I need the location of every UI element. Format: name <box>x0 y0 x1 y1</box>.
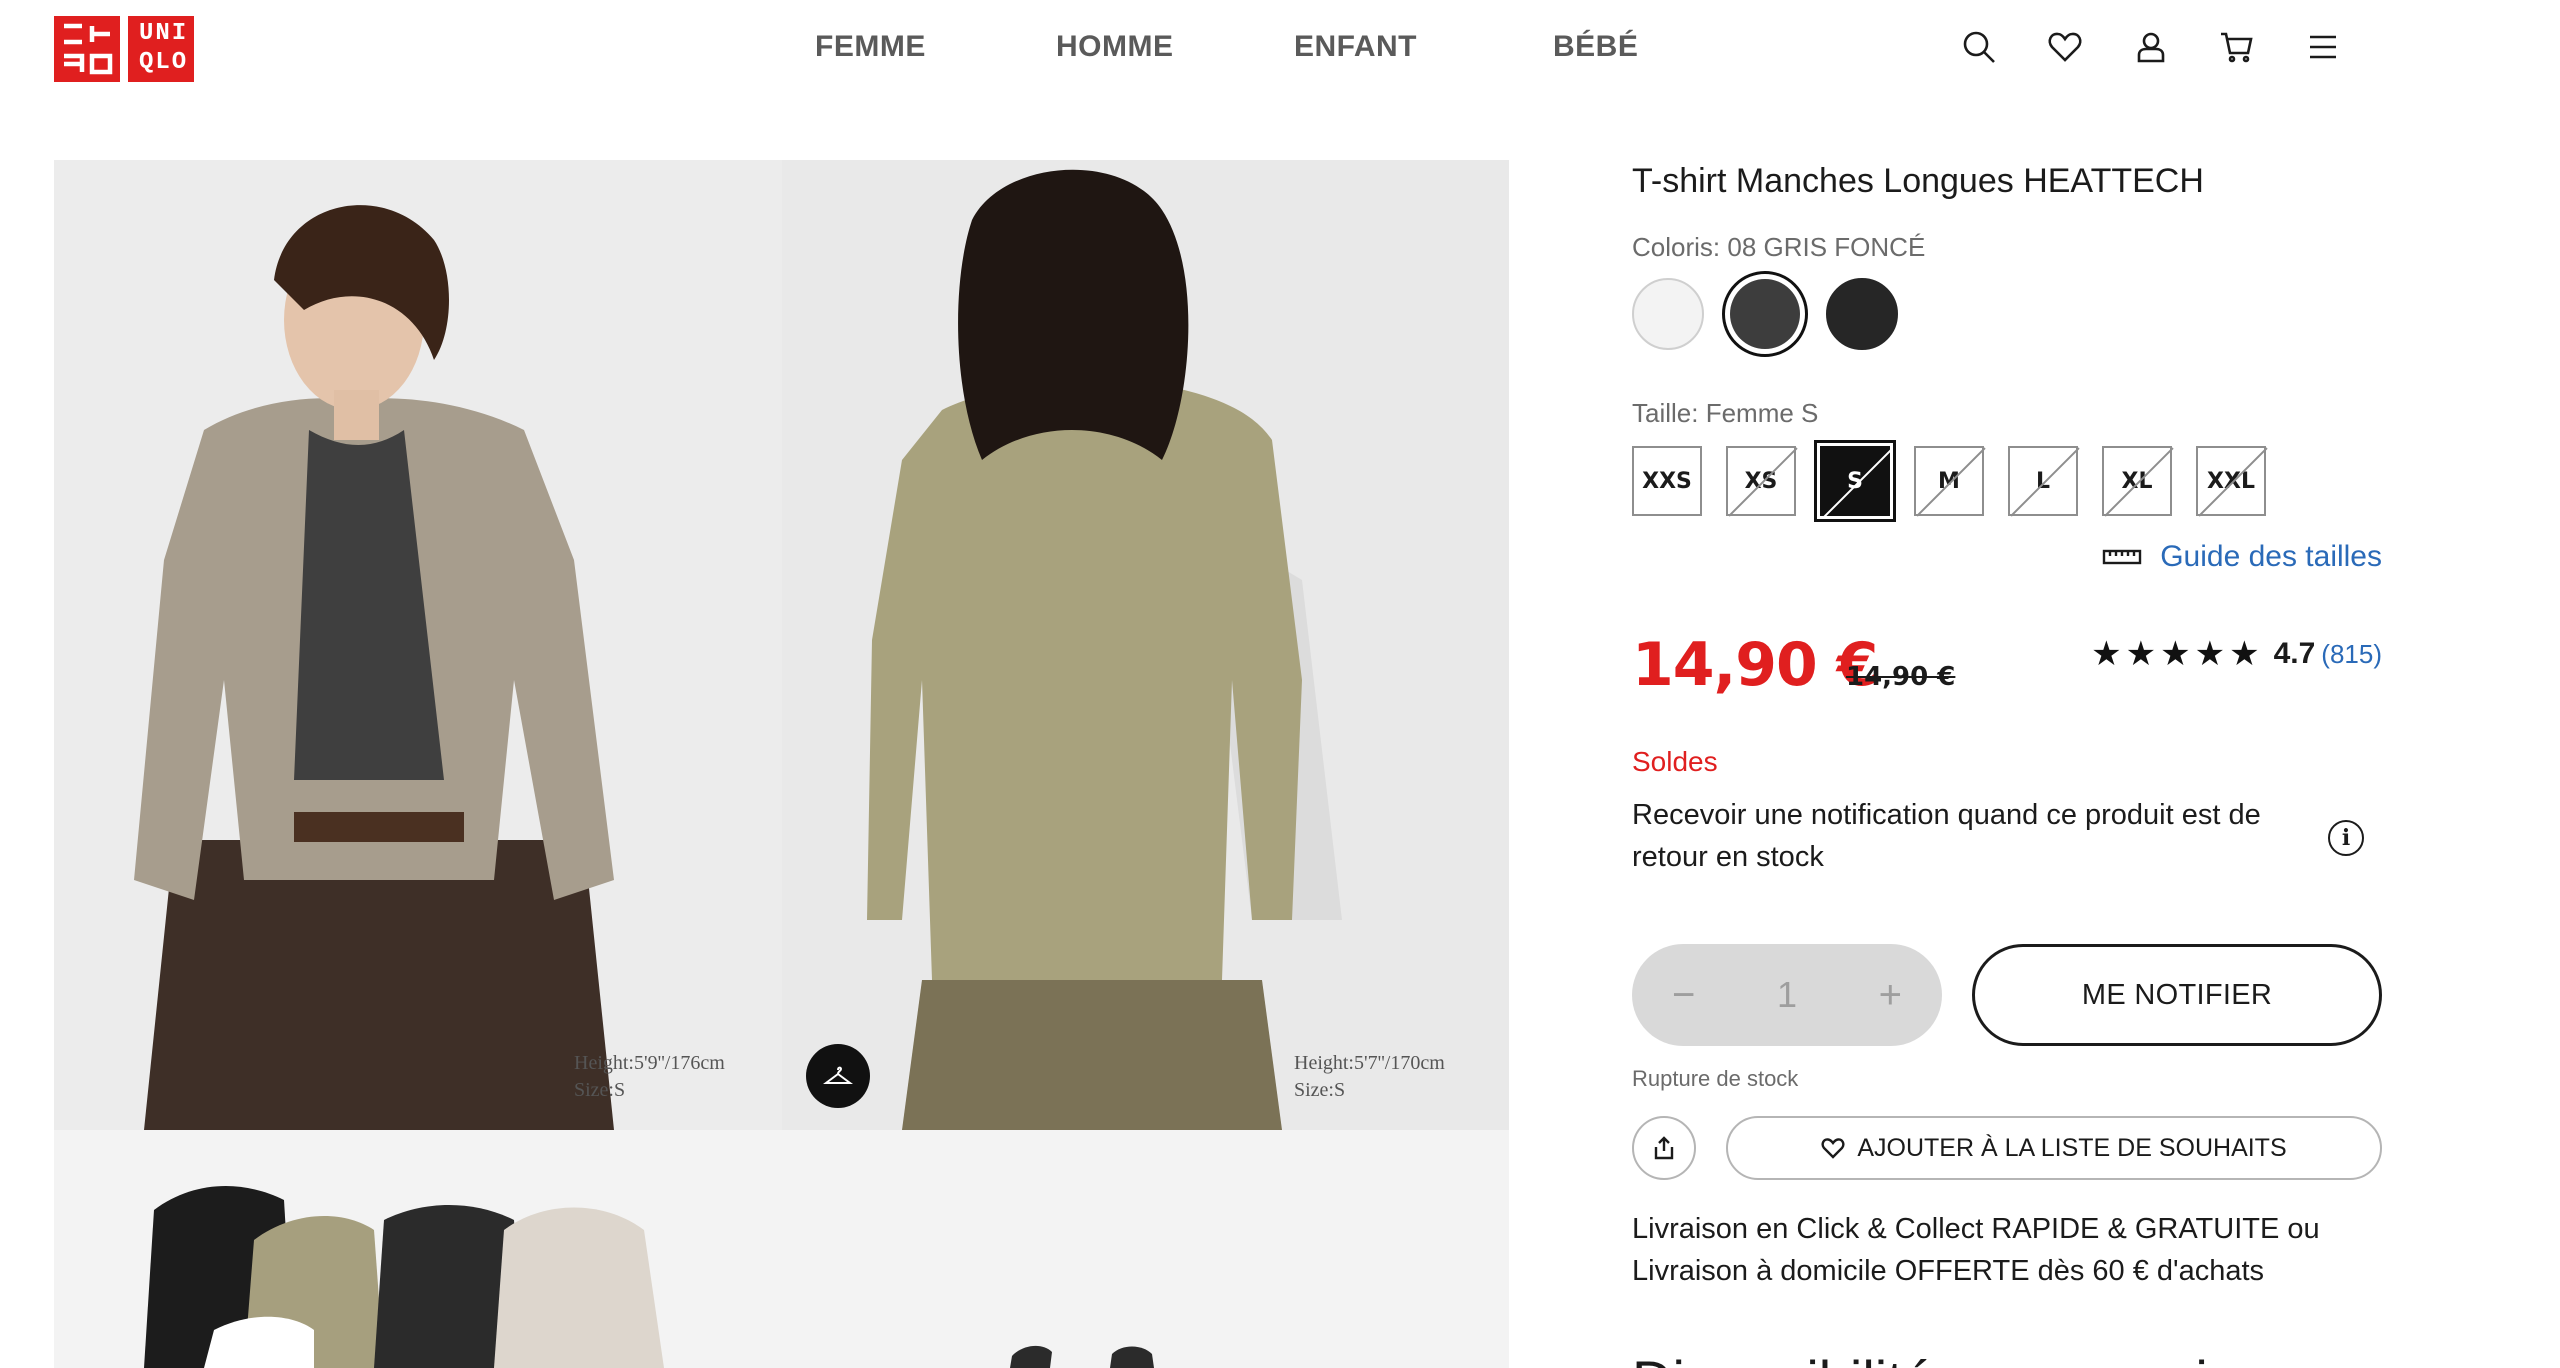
product-gallery: Height:5'9''/176cm Size:S Height:5'7''/1… <box>54 160 1509 1368</box>
size-guide-link[interactable]: Guide des tailles <box>2102 540 2382 574</box>
delivery-info: Livraison en Click & Collect RAPIDE & GR… <box>1632 1213 2320 1287</box>
ruler-icon <box>2103 549 2142 565</box>
quantity-increase-button[interactable]: + <box>1879 973 1902 1018</box>
sale-label: Soldes <box>1632 746 1718 777</box>
wishlist-label: AJOUTER À LA LISTE DE SOUHAITS <box>1857 1133 2287 1162</box>
product-photo-back[interactable]: Height:5'7''/170cm Size:S <box>782 160 1509 1130</box>
model-height-caption: Height:5'7''/170cm <box>1294 1052 1445 1074</box>
hanger-icon[interactable] <box>806 1044 870 1108</box>
size-xl[interactable]: XL <box>2102 446 2172 516</box>
user-icon[interactable] <box>2132 28 2170 66</box>
price-row: 14,90 € 14,90 € ★★★★★ 4.7 (815) <box>1632 630 2382 710</box>
quantity-stepper: − 1 + <box>1632 944 1942 1046</box>
rating-value: 4.7 <box>2273 637 2316 670</box>
product-photo-detail[interactable] <box>782 1130 1509 1368</box>
product-photo-front[interactable]: Height:5'9''/176cm Size:S <box>54 160 782 1130</box>
nav-enfant[interactable]: ENFANT <box>1294 30 1417 64</box>
notify-me-button[interactable]: ME NOTIFIER <box>1972 944 2382 1046</box>
rating-count[interactable]: (815) <box>2321 639 2382 670</box>
search-icon[interactable] <box>1960 28 1998 66</box>
size-guide-label: Guide des tailles <box>2160 540 2382 573</box>
quantity-decrease-button[interactable]: − <box>1672 973 1695 1018</box>
nav-bebe[interactable]: BÉBÉ <box>1553 30 1638 64</box>
add-to-wishlist-button[interactable]: AJOUTER À LA LISTE DE SOUHAITS <box>1726 1116 2382 1180</box>
color-swatches <box>1632 271 1898 357</box>
header-icons <box>1960 28 2342 66</box>
model-height-caption: Height:5'9''/176cm <box>574 1052 725 1074</box>
size-xs[interactable]: XS <box>1726 446 1796 516</box>
size-m[interactable]: M <box>1914 446 1984 516</box>
size-xxl[interactable]: XXL <box>2196 446 2266 516</box>
quantity-value: 1 <box>1776 974 1798 1015</box>
share-button[interactable] <box>1632 1116 1696 1180</box>
nav-homme[interactable]: HOMME <box>1056 30 1174 64</box>
out-of-stock-label: Rupture de stock <box>1632 1066 1799 1091</box>
size-options: XXS XS S M L XL XXL <box>1632 440 2266 522</box>
heart-icon <box>1821 1138 1845 1159</box>
size-l[interactable]: L <box>2008 446 2078 516</box>
site-header: UNI QLO FEMME HOMME ENFANT BÉBÉ <box>0 0 2560 100</box>
cart-icon[interactable] <box>2218 28 2256 66</box>
menu-icon[interactable] <box>2304 28 2342 66</box>
model-size-caption: Size:S <box>574 1079 626 1101</box>
product-photo-flatlay[interactable] <box>54 1130 782 1368</box>
nav-femme[interactable]: FEMME <box>815 30 926 64</box>
restock-notification-text: Recevoir une notification quand ce produ… <box>1632 799 2261 873</box>
color-label: Coloris: 08 GRIS FONCÉ <box>1632 232 1926 262</box>
current-price: 14,90 € <box>1632 630 1878 700</box>
heart-icon[interactable] <box>2046 28 2084 66</box>
old-price: 14,90 € <box>1846 662 1956 692</box>
size-s[interactable]: S <box>1814 440 1896 522</box>
color-swatch-black[interactable] <box>1826 278 1898 350</box>
product-title: T-shirt Manches Longues HEATTECH <box>1632 162 2204 200</box>
store-availability-heading: Disponibilité en magasin <box>1632 1348 2239 1368</box>
color-swatch-white[interactable] <box>1632 278 1704 350</box>
info-icon[interactable]: i <box>2328 820 2364 856</box>
size-xxs[interactable]: XXS <box>1632 446 1702 516</box>
model-size-caption: Size:S <box>1294 1079 1346 1101</box>
size-label: Taille: Femme S <box>1632 398 1819 428</box>
color-swatch-dark-grey[interactable] <box>1722 271 1808 357</box>
product-rating[interactable]: ★★★★★ 4.7 (815) <box>2091 634 2382 674</box>
rating-stars: ★★★★★ <box>2091 634 2264 674</box>
share-icon <box>1654 1136 1674 1160</box>
